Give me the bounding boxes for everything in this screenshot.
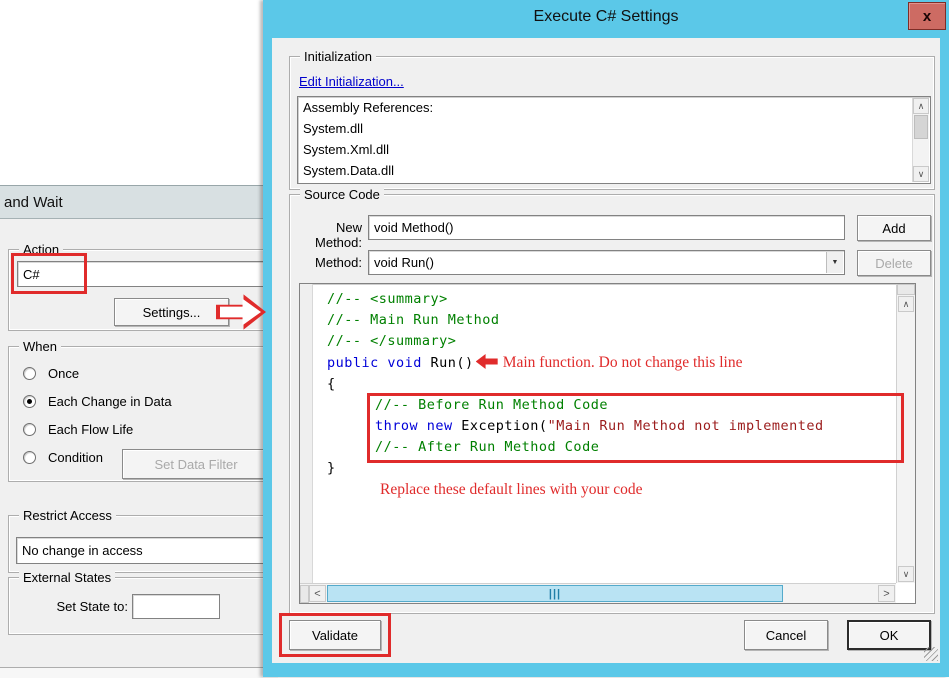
- splitter-handle[interactable]: [300, 585, 309, 603]
- code-token: Exception(: [453, 418, 548, 434]
- code-horizontal-scrollbar[interactable]: < ||| >: [300, 583, 896, 603]
- code-token: {: [327, 376, 336, 392]
- code-line: {: [313, 374, 896, 395]
- set-state-label: Set State to:: [38, 599, 128, 614]
- resize-grip[interactable]: [924, 647, 938, 661]
- code-line: throw new Exception("Main Run Method not…: [313, 416, 896, 437]
- code-token: //-- Before Run Method Code: [375, 397, 608, 413]
- scroll-down-icon[interactable]: ∨: [913, 166, 929, 182]
- radio-label: Condition: [48, 450, 103, 465]
- radio-circle-icon[interactable]: [23, 451, 36, 464]
- radio-circle-icon[interactable]: [23, 423, 36, 436]
- code-token: Run(): [422, 355, 474, 371]
- settings-button[interactable]: Settings...: [114, 298, 229, 326]
- code-line: }: [313, 458, 896, 479]
- code-line: //-- <summary>: [313, 289, 896, 310]
- set-state-field[interactable]: [132, 594, 220, 619]
- radio-option-each-change-in-data[interactable]: Each Change in Data: [23, 387, 271, 415]
- code-line: //-- Main Run Method: [313, 310, 896, 331]
- close-icon: x: [923, 8, 931, 25]
- method-combobox[interactable]: void Run() ▼: [368, 250, 845, 275]
- scrollbar-thumb[interactable]: |||: [327, 585, 783, 602]
- code-lines: //-- <summary> //-- Main Run Method //-- <…: [313, 284, 896, 583]
- left-dialog-titlebar: and Wait: [0, 186, 278, 219]
- code-token: Main function. Do not change this line: [503, 354, 743, 371]
- code-token: public void: [327, 355, 422, 371]
- dialog-title: Execute C# Settings: [263, 8, 949, 26]
- close-button[interactable]: x: [908, 2, 946, 30]
- list-item[interactable]: System.Xml.dll: [298, 139, 912, 160]
- code-token: Replace these default lines with your co…: [380, 481, 643, 498]
- method-combobox-value: void Run(): [374, 255, 434, 270]
- new-method-label: New Method:: [286, 220, 362, 250]
- right-arrow-icon: [216, 292, 266, 332]
- assembly-listbox-items: Assembly References:System.dllSystem.Xml…: [298, 97, 912, 181]
- scroll-down-icon[interactable]: ∨: [898, 566, 914, 582]
- code-token: }: [327, 460, 336, 476]
- radio-option-once[interactable]: Once: [23, 359, 271, 387]
- code-line: //-- After Run Method Code: [313, 437, 896, 458]
- splitter-handle[interactable]: [897, 284, 915, 295]
- code-token: //-- Main Run Method: [327, 312, 500, 328]
- list-item[interactable]: Assembly References:: [298, 97, 912, 118]
- code-line: Replace these default lines with your co…: [313, 479, 896, 501]
- code-token: "Main Run Method not implemented: [548, 418, 824, 434]
- code-token: //-- <summary>: [327, 291, 448, 307]
- delete-button[interactable]: Delete: [857, 250, 931, 276]
- method-label: Method:: [286, 255, 362, 270]
- edit-initialization-link[interactable]: Edit Initialization...: [299, 74, 404, 89]
- left-dialog-title: and Wait: [0, 194, 63, 211]
- add-button[interactable]: Add: [857, 215, 931, 241]
- action-and-wait-dialog: and Wait Action Settings... When Once Eac…: [0, 185, 278, 677]
- scrollbar-thumb[interactable]: [914, 115, 928, 139]
- action-value-field[interactable]: [17, 261, 270, 287]
- source-code-group-label: Source Code: [300, 187, 384, 202]
- left-arrow-icon: [476, 354, 498, 369]
- code-line: //-- Before Run Method Code: [313, 395, 896, 416]
- code-line: //-- </summary>: [313, 331, 896, 352]
- when-group-label: When: [19, 339, 61, 354]
- radio-circle-icon[interactable]: [23, 395, 36, 408]
- action-group-label: Action: [19, 242, 63, 257]
- radio-label: Each Flow Life: [48, 422, 133, 437]
- execute-csharp-settings-dialog: Execute C# Settings x Initialization Edi…: [263, 0, 949, 677]
- validate-button[interactable]: Validate: [289, 620, 381, 650]
- code-vertical-scrollbar[interactable]: ∧ ∨: [896, 284, 915, 583]
- chevron-down-icon[interactable]: ▼: [826, 252, 843, 273]
- assembly-listbox[interactable]: Assembly References:System.dllSystem.Xml…: [297, 96, 931, 184]
- code-token: throw new: [375, 418, 453, 434]
- scroll-left-icon[interactable]: <: [309, 585, 326, 602]
- code-token: //-- </summary>: [327, 333, 456, 349]
- scroll-up-icon[interactable]: ∧: [898, 296, 914, 312]
- code-token: //-- After Run Method Code: [375, 439, 599, 455]
- cancel-button[interactable]: Cancel: [744, 620, 828, 650]
- radio-circle-icon[interactable]: [23, 367, 36, 380]
- radio-label: Each Change in Data: [48, 394, 172, 409]
- code-editor[interactable]: //-- <summary> //-- Main Run Method //-- <…: [299, 283, 916, 604]
- set-data-filter-button[interactable]: Set Data Filter: [122, 449, 270, 479]
- code-gutter: [300, 284, 313, 583]
- external-states-label: External States: [19, 570, 115, 585]
- code-line: public void Run() Main function. Do not c…: [313, 352, 896, 374]
- scroll-up-icon[interactable]: ∧: [913, 98, 929, 114]
- initialization-group-label: Initialization: [300, 49, 376, 64]
- dialog-client-area: Initialization Edit Initialization... As…: [272, 38, 940, 663]
- list-item[interactable]: System.Data.dll: [298, 160, 912, 181]
- restrict-access-label: Restrict Access: [19, 508, 116, 523]
- thumb-grip-icon: |||: [549, 588, 561, 600]
- assembly-scrollbar[interactable]: ∧ ∨: [912, 98, 929, 182]
- restrict-access-field[interactable]: [16, 537, 272, 564]
- list-item[interactable]: System.dll: [298, 118, 912, 139]
- radio-option-each-flow-life[interactable]: Each Flow Life: [23, 415, 271, 443]
- left-dialog-bottom-edge: [0, 667, 278, 678]
- new-method-input[interactable]: [368, 215, 845, 240]
- radio-label: Once: [48, 366, 79, 381]
- ok-button[interactable]: OK: [847, 620, 931, 650]
- scroll-right-icon[interactable]: >: [878, 585, 895, 602]
